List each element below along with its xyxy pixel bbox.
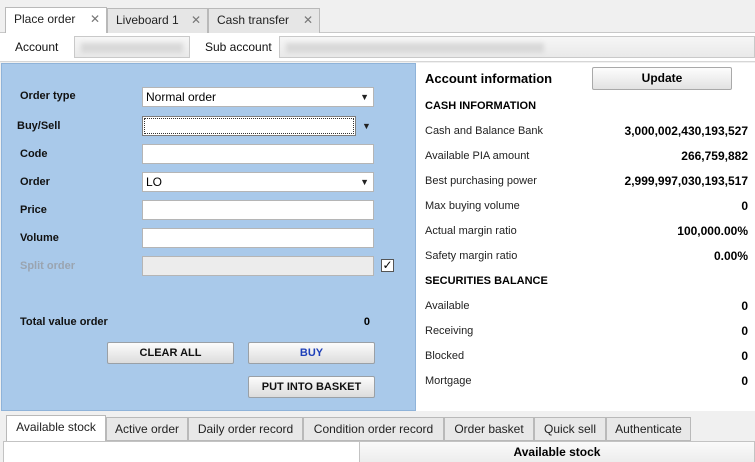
account-info-title: Account information [425,71,553,86]
purchasing-power-label: Best purchasing power [425,175,537,187]
order-form-panel: Order type Normal order ▼ Buy/Sell ▼ Cod… [1,63,416,411]
code-input[interactable] [142,144,374,164]
mortgage-label: Mortgage [425,375,472,387]
clear-all-button[interactable]: CLEAR ALL [107,342,234,364]
cash-information-header: CASH INFORMATION [425,100,537,112]
purchasing-power-value: 2,999,997,030,193,517 [624,174,748,188]
put-into-basket-button[interactable]: PUT INTO BASKET [248,376,375,398]
tab-active-order[interactable]: Active order [106,417,188,441]
receiving-value: 0 [741,324,748,338]
total-value-label: Total value order [20,316,108,328]
tab-order-basket[interactable]: Order basket [444,417,534,441]
safety-margin-ratio-label: Safety margin ratio [425,250,518,262]
order-label: Order [20,176,50,188]
cash-balance-label: Cash and Balance Bank [425,125,544,137]
tab-condition-order-record-label: Condition order record [313,422,434,436]
tab-quick-sell-label: Quick sell [543,422,596,436]
account-label: Account [15,40,59,54]
put-into-basket-label: PUT INTO BASKET [261,381,362,393]
chevron-down-icon: ▼ [360,92,369,102]
buy-sell-select[interactable] [142,116,356,136]
split-order-checkbox[interactable]: ✓ [381,259,394,272]
chevron-down-icon: ▼ [360,177,369,187]
sub-account-value-redacted [286,43,544,53]
sub-account-label: Sub account [205,40,272,54]
available-label: Available [425,300,470,312]
tab-available-stock-label: Available stock [16,420,96,434]
close-icon[interactable]: ✕ [303,9,313,32]
chevron-down-icon[interactable]: ▼ [362,121,371,131]
tab-available-stock[interactable]: Available stock [6,415,106,442]
blocked-label: Blocked [425,350,465,362]
tab-authenticate[interactable]: Authenticate [606,417,691,441]
tab-place-order-label: Place order [14,12,76,26]
clear-all-label: CLEAR ALL [139,347,202,359]
actual-margin-ratio-label: Actual margin ratio [425,225,517,237]
tab-quick-sell[interactable]: Quick sell [534,417,606,441]
buy-sell-label: Buy/Sell [17,120,61,132]
tab-cash-transfer-label: Cash transfer [217,13,290,27]
code-label: Code [20,148,48,160]
tab-authenticate-label: Authenticate [615,422,682,436]
available-stock-column-label: Available stock [513,445,601,459]
order-type-value: Normal order [146,90,217,104]
tab-cash-transfer[interactable]: Cash transfer ✕ [208,8,320,33]
total-value: 0 [363,316,370,328]
close-icon[interactable]: ✕ [191,9,201,32]
split-order-input [142,256,374,276]
price-label: Price [20,204,47,216]
price-input[interactable] [142,200,374,220]
order-value: LO [146,175,163,189]
cash-balance-value: 3,000,002,430,193,527 [624,124,748,138]
tab-daily-order-record[interactable]: Daily order record [188,417,303,441]
volume-input[interactable] [142,228,374,248]
volume-label: Volume [20,232,59,244]
top-tab-bar: Place order ✕ Liveboard 1 ✕ Cash transfe… [0,0,755,33]
available-value: 0 [741,299,748,313]
tab-condition-order-record[interactable]: Condition order record [303,417,444,441]
account-info-panel: Account information Update CASH INFORMAT… [416,63,755,411]
order-type-select[interactable]: Normal order ▼ [142,87,374,107]
account-value-redacted [81,43,183,53]
available-stock-column-header[interactable]: Available stock [360,442,754,462]
update-button[interactable]: Update [592,67,732,90]
available-pia-label: Available PIA amount [425,150,530,162]
tab-active-order-label: Active order [114,422,180,436]
close-icon[interactable]: ✕ [90,8,100,31]
bottom-tab-area: Available stock Active order Daily order… [0,411,755,462]
tab-liveboard-1-label: Liveboard 1 [116,13,179,27]
actual-margin-ratio-value: 100,000.00% [677,224,748,238]
tab-liveboard-1[interactable]: Liveboard 1 ✕ [107,8,208,33]
sub-account-select[interactable] [279,36,755,58]
available-pia-value: 266,759,882 [681,149,748,163]
safety-margin-ratio-value: 0.00% [713,249,748,263]
max-buying-volume-label: Max buying volume [425,200,520,212]
receiving-label: Receiving [425,325,474,337]
account-row: Account Sub account [0,33,755,62]
tab-order-basket-label: Order basket [454,422,524,436]
split-order-label: Split order [20,260,76,272]
account-select[interactable] [74,36,190,58]
order-select[interactable]: LO ▼ [142,172,374,192]
tab-place-order[interactable]: Place order ✕ [5,7,107,33]
blocked-value: 0 [741,349,748,363]
buy-button[interactable]: BUY [248,342,375,364]
tab-daily-order-record-label: Daily order record [197,422,294,436]
available-stock-table: Available stock [3,441,755,462]
max-buying-volume-value: 0 [741,199,748,213]
update-label: Update [641,71,683,85]
order-type-label: Order type [20,90,76,102]
mortgage-value: 0 [741,374,748,388]
securities-balance-header: SECURITIES BALANCE [425,275,548,287]
check-icon: ✓ [382,258,393,272]
buy-label: BUY [299,347,324,359]
